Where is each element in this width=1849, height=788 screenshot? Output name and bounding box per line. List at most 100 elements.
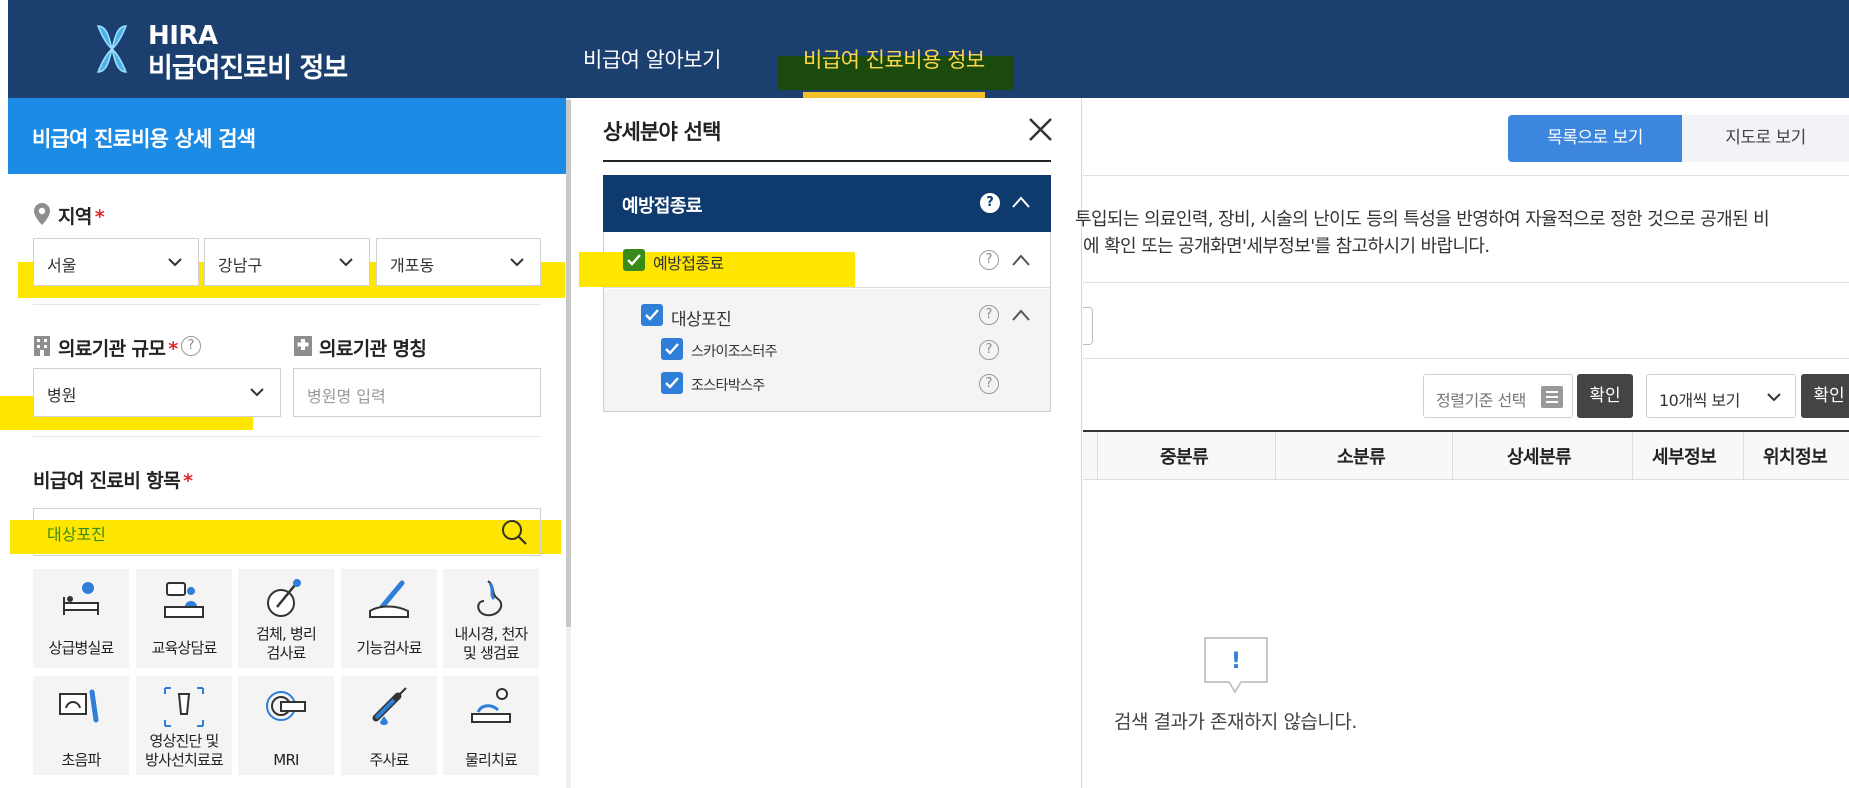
chevron-up-icon[interactable] <box>1011 195 1031 209</box>
divider <box>1083 358 1849 359</box>
divider <box>33 304 541 305</box>
item-label: 비급여 진료비 항목 * <box>33 470 193 492</box>
category-label: 및 생검료 <box>463 644 520 662</box>
syringe-icon <box>372 687 407 725</box>
column-header[interactable]: 상세분류 <box>1507 443 1572 469</box>
category-label: 내시경, 천자 <box>454 625 529 643</box>
child-help-icon[interactable]: ? <box>979 374 999 394</box>
facility-scale-select[interactable]: 병원 <box>33 368 281 417</box>
category-label: 방사선치료료 <box>144 751 224 769</box>
function-test-icon <box>369 580 409 618</box>
category-label: 물리치료 <box>464 751 518 769</box>
region-label: 지역 * <box>58 206 105 228</box>
region-district-select[interactable]: 강남구 <box>204 238 370 286</box>
divider <box>1083 282 1849 283</box>
category-physical-therapy[interactable]: 물리치료 <box>443 676 539 775</box>
brand-title[interactable]: 비급여진료비 정보 <box>148 46 348 85</box>
category-label: 기능검사료 <box>356 639 422 657</box>
column-header[interactable]: 세부정보 <box>1652 443 1717 469</box>
close-icon[interactable] <box>1027 116 1054 143</box>
search-icon[interactable] <box>500 518 528 546</box>
column-divider <box>1452 432 1453 480</box>
mri-icon <box>266 691 306 721</box>
sub-help-icon[interactable]: ? <box>979 305 999 325</box>
facility-name-input[interactable]: 병원명 입력 <box>293 368 541 417</box>
checkmark-icon <box>665 377 679 389</box>
imaging-icon <box>164 687 204 727</box>
empty-result-icon: ! <box>1204 637 1268 694</box>
category-mri[interactable]: MRI <box>238 676 334 775</box>
checkmark-icon <box>627 254 641 266</box>
category-label: 초음파 <box>61 751 101 769</box>
tree-child-label: 조스타박스주 <box>691 378 765 394</box>
category-label: 주사료 <box>369 751 409 769</box>
hospital-icon <box>294 336 312 356</box>
specimen-test-icon <box>267 579 301 617</box>
hira-logo-icon <box>96 25 128 73</box>
tree-group-header[interactable]: 예방접종료 ? <box>603 175 1051 232</box>
category-injection[interactable]: 주사료 <box>341 676 437 775</box>
checkbox-skyzoster[interactable] <box>661 338 683 360</box>
chevron-down-icon <box>168 258 182 267</box>
nav-about-noncovered[interactable]: 비급여 알아보기 <box>583 44 721 74</box>
chevron-down-icon <box>1767 393 1781 402</box>
child-help-icon[interactable]: ? <box>979 340 999 360</box>
left-panel-header: 비급여 진료비용 상세 검색 <box>8 98 566 174</box>
location-pin-icon <box>34 203 50 225</box>
list-icon <box>1541 386 1563 408</box>
category-specimen-test[interactable]: 검체, 병리 검사료 <box>238 569 334 668</box>
category-label: 교육상담료 <box>151 639 217 657</box>
region-city-select[interactable]: 서울 <box>33 238 199 286</box>
divider <box>1083 175 1849 176</box>
counseling-icon <box>164 582 204 618</box>
item-help-icon[interactable]: ? <box>979 250 999 270</box>
partial-input-box[interactable] <box>1083 307 1093 345</box>
empty-result-message: 검색 결과가 존재하지 않습니다. <box>1114 711 1357 733</box>
notice-line: 투입되는 의료인력, 장비, 시술의 난이도 등의 특성을 반영하여 자율적으로… <box>1075 209 1770 230</box>
column-divider <box>1097 432 1098 480</box>
nav-cost-info[interactable]: 비급여 진료비용 정보 <box>803 44 985 74</box>
category-counseling[interactable]: 교육상담료 <box>136 569 232 668</box>
column-header[interactable]: 소분류 <box>1337 443 1386 469</box>
category-function-test[interactable]: 기능검사료 <box>341 569 437 668</box>
checkbox-zostavax[interactable] <box>661 372 683 394</box>
category-imaging[interactable]: 영상진단 및 방사선치료료 <box>136 676 232 775</box>
chevron-up-icon[interactable] <box>1011 253 1031 267</box>
facility-name-label: 의료기관 명칭 <box>319 338 427 360</box>
left-panel-title: 비급여 진료비용 상세 검색 <box>32 127 256 151</box>
notice-line: 에 확인 또는 공개화면'세부정보'를 참고하시기 바랍니다. <box>1083 236 1490 257</box>
ultrasound-icon <box>59 689 99 723</box>
group-help-icon[interactable]: ? <box>980 193 1000 213</box>
sort-select[interactable]: 정렬기준 선택 <box>1423 374 1573 418</box>
chevron-up-icon[interactable] <box>1011 308 1031 322</box>
sort-confirm-button[interactable]: 확인 <box>1577 374 1633 418</box>
modal-title-rule <box>603 160 1051 162</box>
category-label: 영상진단 및 <box>149 732 220 750</box>
chevron-down-icon <box>250 388 264 397</box>
list-view-button[interactable]: 목록으로 보기 <box>1508 115 1682 162</box>
map-view-button[interactable]: 지도로 보기 <box>1682 115 1849 162</box>
category-hospital-room[interactable]: 상급병실료 <box>33 569 129 668</box>
per-page-select[interactable]: 10개씩 보기 <box>1646 374 1796 418</box>
category-label: 상급병실료 <box>48 639 114 657</box>
item-search-input[interactable]: 대상포진 <box>33 508 541 556</box>
checkbox-vaccination[interactable] <box>623 249 645 271</box>
tree-sub-label: 대상포진 <box>671 310 732 330</box>
building-icon <box>34 336 50 356</box>
empty-icon-glyph: ! <box>1231 649 1241 674</box>
modal-title: 상세분야 선택 <box>603 120 721 144</box>
checkbox-shingles[interactable] <box>641 304 663 326</box>
category-endoscopy[interactable]: 내시경, 천자 및 생검료 <box>443 569 539 668</box>
per-page-confirm-button[interactable]: 확인 <box>1801 374 1849 418</box>
tree-child-label: 스카이조스터주 <box>691 344 778 360</box>
scale-help-icon[interactable]: ? <box>181 336 201 356</box>
region-dong-select[interactable]: 개포동 <box>376 238 541 286</box>
chevron-down-icon <box>339 258 353 267</box>
column-header[interactable]: 위치정보 <box>1763 443 1828 469</box>
checkmark-icon <box>645 309 659 321</box>
column-header[interactable]: 중분류 <box>1160 443 1209 469</box>
category-ultrasound[interactable]: 초음파 <box>33 676 129 775</box>
tree-item-label: 예방접종료 <box>653 254 724 273</box>
checkmark-icon <box>665 343 679 355</box>
page: { "header": { "brand_line1": "HIRA", "br… <box>0 0 1849 788</box>
